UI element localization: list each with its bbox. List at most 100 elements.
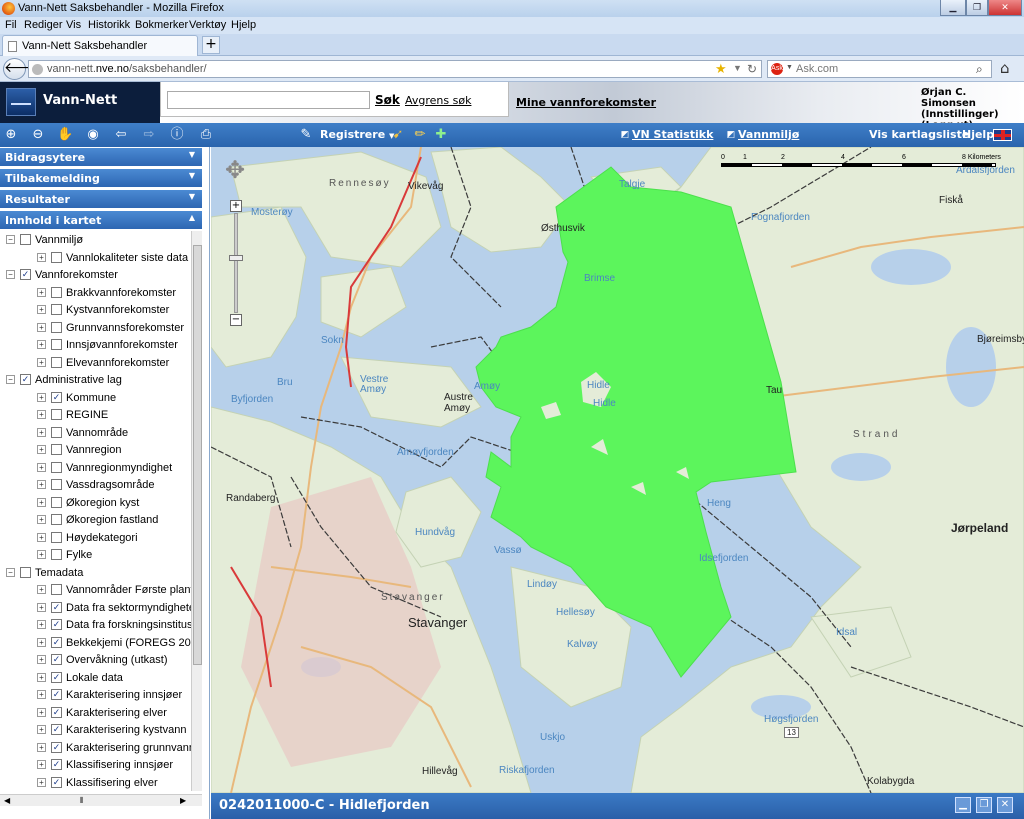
expand-icon[interactable]: + <box>37 515 46 524</box>
expand-icon[interactable]: + <box>37 655 46 664</box>
my-water-bodies-link[interactable]: Mine vannforekomster <box>516 96 656 109</box>
layer-item[interactable]: + ✓ Data fra sektormyndighete <box>0 600 200 617</box>
layer-item[interactable]: + ✓ Klassifisering innsjøer <box>0 757 200 774</box>
layer-item[interactable]: + Økoregion kyst <box>0 495 200 512</box>
url-bar[interactable]: vann-nett.nve.no/saksbehandler/ ★ ▼ ↻ <box>28 60 762 78</box>
expand-icon[interactable]: + <box>37 585 46 594</box>
expand-icon[interactable]: + <box>37 725 46 734</box>
layer-item[interactable]: − Temadata <box>0 565 200 582</box>
refine-search-link[interactable]: Avgrens søk <box>405 94 471 107</box>
browser-search-box[interactable]: Ask ▼ Ask.com ⌕ <box>767 60 992 78</box>
search-button[interactable]: Søk <box>375 93 400 107</box>
zoom-out-button[interactable]: − <box>230 314 242 326</box>
expand-icon[interactable]: + <box>37 532 46 542</box>
layer-item[interactable]: + ✓ Karakterisering grunnvann <box>0 740 200 757</box>
menu-historikk[interactable]: Historikk <box>88 19 130 31</box>
horizontal-scrollbar[interactable]: ◀ ⦀ ▶ <box>0 794 202 806</box>
expand-icon[interactable]: + <box>37 637 46 647</box>
layer-checkbox[interactable] <box>51 496 62 508</box>
collapse-icon[interactable]: − <box>6 375 15 384</box>
menu-vis[interactable]: Vis <box>66 19 81 31</box>
layer-checkbox[interactable]: ✓ <box>51 619 62 630</box>
app-logo[interactable]: Vann-Nett <box>0 82 160 123</box>
layer-tree-scrollbar[interactable] <box>191 231 202 791</box>
expand-icon[interactable]: + <box>37 357 46 367</box>
expand-icon[interactable]: + <box>37 777 46 787</box>
layer-checkbox[interactable] <box>51 321 62 333</box>
layer-checkbox[interactable] <box>51 514 62 525</box>
layer-item[interactable]: + ✓ Karakterisering elver <box>0 705 200 722</box>
expand-icon[interactable]: + <box>37 340 46 349</box>
menu-rediger[interactable]: Rediger <box>24 19 63 31</box>
layer-checkbox[interactable] <box>51 461 62 473</box>
expand-icon[interactable]: + <box>37 427 46 437</box>
layer-checkbox[interactable] <box>51 426 62 438</box>
expand-icon[interactable]: + <box>37 602 46 612</box>
layer-item[interactable]: + Elvevannforekomster <box>0 355 200 372</box>
bookmark-star-icon[interactable]: ★ <box>715 61 727 77</box>
uk-flag-icon[interactable] <box>993 129 1012 141</box>
layer-checkbox[interactable] <box>51 531 62 543</box>
layer-item[interactable]: + ✓ Karakterisering innsjøer <box>0 687 200 704</box>
layer-item[interactable]: + Vannområde <box>0 425 200 442</box>
panel-innhold-i-kartet[interactable]: Innhold i kartet ▲ <box>0 211 202 230</box>
pan-arrows-icon[interactable]: ✥ <box>221 157 249 185</box>
layer-checkbox[interactable]: ✓ <box>51 671 62 683</box>
minimize-window-button[interactable]: ▁ <box>940 0 966 16</box>
expand-icon[interactable]: + <box>37 707 46 717</box>
reload-icon[interactable]: ↻ <box>747 62 757 76</box>
layer-checkbox[interactable] <box>51 304 62 315</box>
vn-statistikk-link[interactable]: VN Statistikk <box>632 128 713 141</box>
expand-icon[interactable]: + <box>37 392 46 402</box>
layer-item[interactable]: + Vannregionmyndighet <box>0 460 200 477</box>
layer-item[interactable]: + Innsjøvannforekomster <box>0 337 200 354</box>
registrere-menu[interactable]: Registrere ▼ <box>320 128 394 141</box>
close-panel-button[interactable]: ✕ <box>997 797 1013 813</box>
layer-checkbox[interactable]: ✓ <box>20 374 31 385</box>
expand-icon[interactable]: + <box>37 480 46 489</box>
layer-checkbox[interactable] <box>51 286 62 298</box>
select-tool-icon[interactable]: ➹ <box>390 127 406 143</box>
map-view[interactable]: Talgje Fognafjorden Brimse Mosterøy Sokn… <box>211 147 1024 793</box>
layer-item[interactable]: + Brakkvannforekomster <box>0 285 200 302</box>
collapse-icon[interactable]: − <box>6 235 15 244</box>
expand-icon[interactable]: + <box>37 305 46 314</box>
add-feature-icon[interactable]: ✚ <box>433 127 449 143</box>
expand-icon[interactable]: + <box>37 742 46 752</box>
layer-checkbox[interactable]: ✓ <box>51 706 62 718</box>
expand-icon[interactable]: + <box>37 672 46 682</box>
layer-item[interactable]: + Grunnvannsforekomster <box>0 320 200 337</box>
scrollbar-thumb[interactable] <box>193 245 202 665</box>
layer-item[interactable]: − ✓ Vannforekomster <box>0 267 200 284</box>
browser-tab[interactable]: Vann-Nett Saksbehandler <box>2 35 198 56</box>
layer-item[interactable]: + ✓ Lokale data <box>0 670 200 687</box>
layer-checkbox[interactable]: ✓ <box>51 689 62 700</box>
layer-checkbox[interactable]: ✓ <box>20 269 31 280</box>
layer-item[interactable]: + ✓ Data fra forskningsinstitusj <box>0 617 200 634</box>
layer-item[interactable]: + ✓ Bekkekjemi (FOREGS 2008 <box>0 635 202 652</box>
zoom-in-button[interactable]: + <box>230 200 242 212</box>
vannmiljo-link[interactable]: Vannmiljø <box>738 128 799 141</box>
search-icon[interactable]: ⌕ <box>976 62 983 77</box>
user-settings-link[interactable]: (Innstillinger) <box>921 109 1024 120</box>
layer-item[interactable]: + Kystvannforekomster <box>0 302 200 319</box>
layer-item[interactable]: + Fylke <box>0 547 200 564</box>
dropdown-icon[interactable]: ▼ <box>733 63 742 73</box>
layer-item[interactable]: + REGINE <box>0 407 200 424</box>
layer-checkbox[interactable] <box>51 584 62 595</box>
layer-item[interactable]: − ✓ Administrative lag <box>0 372 200 389</box>
maximize-window-button[interactable]: ❐ <box>966 0 988 16</box>
layer-checkbox[interactable]: ✓ <box>51 654 62 665</box>
layer-item[interactable]: + ✓ Kommune <box>0 390 200 407</box>
layer-item[interactable]: + Høydekategori <box>0 530 200 547</box>
restore-panel-button[interactable]: ❐ <box>976 797 992 813</box>
vis-kartlagsliste-link[interactable]: Vis kartlagsliste <box>869 128 969 141</box>
layer-checkbox[interactable] <box>51 444 62 455</box>
layer-checkbox[interactable] <box>51 549 62 560</box>
menu-fil[interactable]: Fil <box>5 19 17 31</box>
expand-icon[interactable]: + <box>37 550 46 559</box>
layer-checkbox[interactable] <box>51 409 62 420</box>
print-icon[interactable]: ⎙ <box>198 127 214 143</box>
expand-icon[interactable]: + <box>37 690 46 699</box>
back-button[interactable]: 🡐 <box>3 58 42 80</box>
